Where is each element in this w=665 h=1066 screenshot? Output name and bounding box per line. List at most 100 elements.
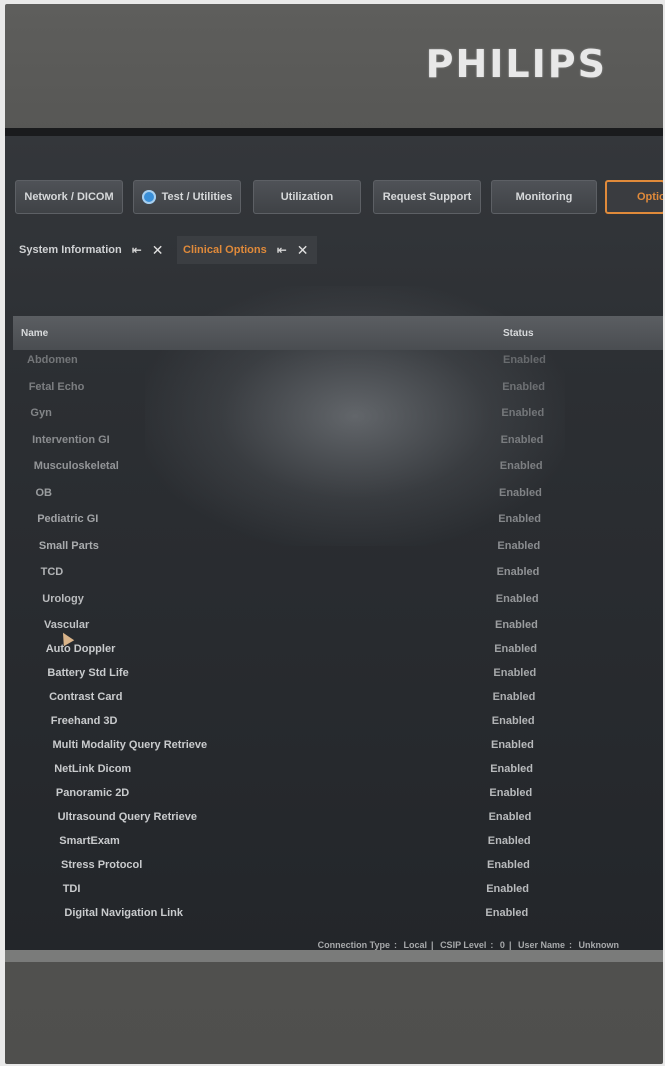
- table-row[interactable]: TCD Enabled: [5, 566, 663, 586]
- option-status: Enabled: [495, 592, 539, 605]
- user-name-label: User Name: [517, 940, 565, 950]
- subtab-system-information[interactable]: System Information ⇤ ✕: [13, 236, 173, 264]
- table-row[interactable]: Multi Modality Query Retrieve Enabled: [5, 739, 663, 759]
- option-name: TDI: [62, 883, 81, 895]
- option-name: Battery Std Life: [47, 667, 129, 679]
- status-bar: Connection Type: Local | CSIP Level: 0 | U…: [317, 940, 620, 950]
- table-row[interactable]: Urology Enabled: [5, 593, 663, 613]
- tab-test-utilities[interactable]: Test / Utilities: [133, 180, 241, 214]
- column-header-name[interactable]: Name: [21, 328, 48, 339]
- option-status: Enabled: [499, 460, 543, 472]
- sub-tab-bar: System Information ⇤ ✕ Clinical Options …: [13, 236, 663, 264]
- option-status: Enabled: [501, 407, 545, 419]
- subtab-label: Clinical Options: [183, 244, 267, 256]
- tab-label: Options: [637, 191, 663, 203]
- option-name: Gyn: [30, 407, 52, 419]
- subtab-label: System Information: [19, 244, 122, 256]
- option-name: NetLink Dicom: [54, 763, 132, 775]
- tab-network-dicom[interactable]: Network / DICOM: [15, 180, 123, 214]
- option-status: Enabled: [488, 811, 532, 823]
- close-icon[interactable]: ✕: [152, 242, 164, 259]
- option-status: Enabled: [486, 883, 529, 895]
- gear-icon: [141, 190, 156, 204]
- table-row[interactable]: Stress Protocol Enabled: [5, 859, 663, 879]
- csip-level-label: CSIP Level: [440, 940, 487, 950]
- option-status: Enabled: [485, 907, 529, 919]
- option-name: Multi Modality Query Retrieve: [52, 739, 208, 751]
- option-status: Enabled: [487, 859, 530, 871]
- screen: Network / DICOM Test / Utilities Utiliza…: [5, 128, 663, 958]
- table-row[interactable]: NetLink Dicom Enabled: [5, 763, 663, 783]
- table-row[interactable]: SmartExam Enabled: [5, 835, 663, 855]
- option-name: Intervention GI: [32, 433, 110, 446]
- user-name-value: Unknown: [578, 940, 620, 950]
- csip-level-value: 0: [499, 940, 505, 950]
- tab-label: Utilization: [280, 191, 334, 203]
- tab-monitoring[interactable]: Monitoring: [491, 180, 597, 214]
- option-status: Enabled: [497, 539, 541, 552]
- option-name: Fetal Echo: [28, 380, 85, 393]
- table-row[interactable]: Gyn Enabled: [5, 407, 663, 427]
- tab-options[interactable]: Options: [605, 180, 663, 214]
- top-tab-bar: Network / DICOM Test / Utilities Utiliza…: [13, 180, 663, 220]
- tab-label: Request Support: [382, 191, 472, 203]
- subtab-clinical-options[interactable]: Clinical Options ⇤ ✕: [177, 236, 317, 264]
- option-name: Abdomen: [27, 354, 78, 366]
- pin-icon[interactable]: ⇤: [132, 243, 142, 257]
- table-row[interactable]: Vascular Enabled: [5, 619, 663, 639]
- option-status: Enabled: [498, 513, 541, 525]
- table-row[interactable]: Battery Std Life Enabled: [5, 667, 663, 687]
- option-status: Enabled: [492, 691, 536, 703]
- option-name: Pediatric GI: [37, 513, 99, 525]
- option-name: Small Parts: [38, 539, 99, 552]
- option-status: Enabled: [500, 433, 544, 446]
- option-name: Musculoskeletal: [33, 460, 119, 472]
- option-name: Contrast Card: [49, 691, 123, 703]
- table-row[interactable]: Fetal Echo Enabled: [5, 381, 663, 401]
- option-status: Enabled: [489, 787, 533, 799]
- tab-label: Network / DICOM: [24, 191, 114, 203]
- tab-label: Test / Utilities: [161, 191, 233, 203]
- option-name: Urology: [42, 592, 84, 605]
- pin-icon[interactable]: ⇤: [277, 243, 287, 257]
- option-name: Freehand 3D: [50, 715, 118, 727]
- option-status: Enabled: [495, 619, 538, 631]
- tab-request-support[interactable]: Request Support: [373, 180, 481, 214]
- close-icon[interactable]: ✕: [297, 242, 309, 259]
- column-header-status[interactable]: Status: [503, 328, 534, 339]
- table-row[interactable]: Abdomen Enabled: [5, 354, 663, 374]
- table-row[interactable]: Musculoskeletal Enabled: [5, 460, 663, 480]
- option-name: Auto Doppler: [45, 643, 116, 655]
- option-name: Stress Protocol: [61, 859, 143, 871]
- option-status: Enabled: [494, 643, 537, 655]
- option-status: Enabled: [490, 763, 533, 775]
- table-row[interactable]: OB Enabled: [5, 487, 663, 507]
- option-name: Digital Navigation Link: [64, 907, 183, 919]
- table-row[interactable]: Digital Navigation Link Enabled: [5, 907, 663, 927]
- option-name: OB: [35, 486, 53, 499]
- table-row[interactable]: Small Parts Enabled: [5, 540, 663, 560]
- option-status: Enabled: [493, 667, 537, 679]
- table-header: Name Status: [13, 316, 663, 350]
- connection-type-label: Connection Type: [317, 940, 391, 950]
- table-row[interactable]: TDI Enabled: [5, 883, 663, 903]
- table-row[interactable]: Auto Doppler Enabled: [5, 643, 663, 663]
- option-name: TCD: [40, 566, 64, 578]
- option-status: Enabled: [499, 486, 542, 499]
- table-row[interactable]: Pediatric GI Enabled: [5, 513, 663, 533]
- monitor-lower-edge: [5, 950, 663, 962]
- connection-type-value: Local: [403, 940, 428, 950]
- option-status: Enabled: [496, 566, 540, 578]
- table-row[interactable]: Contrast Card Enabled: [5, 691, 663, 711]
- option-status: Enabled: [491, 715, 535, 727]
- option-name: Panoramic 2D: [55, 787, 130, 799]
- tab-utilization[interactable]: Utilization: [253, 180, 361, 214]
- brand-logo: PHILIPS: [425, 42, 607, 86]
- option-name: Ultrasound Query Retrieve: [57, 811, 197, 823]
- table-row[interactable]: Freehand 3D Enabled: [5, 715, 663, 735]
- table-row[interactable]: Ultrasound Query Retrieve Enabled: [5, 811, 663, 831]
- table-row[interactable]: Intervention GI Enabled: [5, 434, 663, 454]
- table-row[interactable]: Panoramic 2D Enabled: [5, 787, 663, 807]
- option-status: Enabled: [502, 380, 545, 393]
- option-name: SmartExam: [59, 835, 120, 847]
